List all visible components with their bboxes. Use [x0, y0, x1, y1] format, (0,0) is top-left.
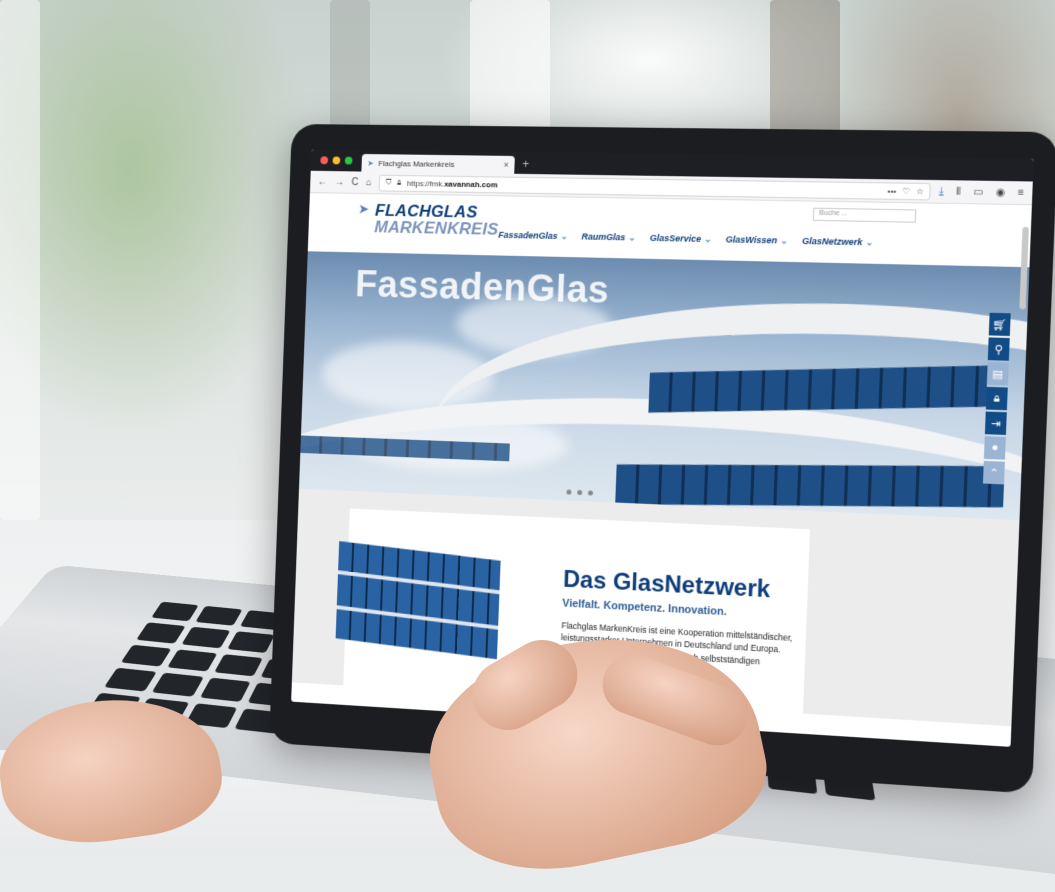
- sidebar-toggle-icon[interactable]: ▭: [973, 186, 983, 197]
- pocket-icon[interactable]: ♡: [902, 186, 910, 195]
- scroll-top-icon[interactable]: ⌃: [983, 461, 1005, 484]
- forward-icon[interactable]: →: [334, 176, 344, 187]
- cart-icon[interactable]: 🛒︎: [989, 313, 1011, 336]
- menu-item-fassadenglas[interactable]: FassadenGlas ⌄: [498, 230, 568, 242]
- chevron-down-icon: ⌄: [780, 235, 788, 245]
- new-tab-icon[interactable]: +: [522, 157, 529, 171]
- chevron-down-icon: ⌄: [704, 234, 712, 244]
- hamburger-menu-icon[interactable]: ≡: [1018, 187, 1025, 198]
- hero-title: FassadenGlas: [355, 264, 610, 313]
- building-image: [336, 541, 501, 659]
- chevron-down-icon: ⌄: [865, 237, 873, 247]
- chevron-down-icon: ⌄: [628, 232, 636, 242]
- tab-title: Flachglas Markenkreis: [378, 159, 454, 169]
- reload-icon[interactable]: C: [351, 177, 358, 188]
- library-icon[interactable]: ⫴: [956, 186, 961, 197]
- lock-icon: 🔒︎: [397, 178, 401, 188]
- user-icon[interactable]: ●: [984, 436, 1006, 459]
- logo-arrow-icon: ➤: [358, 202, 370, 216]
- menu-item-glasservice[interactable]: GlasService ⌄: [649, 233, 711, 245]
- location-icon[interactable]: ⚲: [988, 337, 1010, 360]
- account-icon[interactable]: ◉: [996, 187, 1006, 198]
- menu-item-glaswissen[interactable]: GlasWissen ⌄: [725, 234, 788, 246]
- logo-line-2: MARKENKREIS: [374, 219, 499, 238]
- back-icon[interactable]: ←: [318, 176, 328, 187]
- url-text: https://fmk.xavannah.com: [407, 179, 498, 189]
- hero-banner: FassadenGlas: [299, 251, 1029, 520]
- download-icon[interactable]: ⤓: [939, 186, 944, 197]
- close-window-icon[interactable]: [320, 156, 328, 164]
- page-actions-icon[interactable]: •••: [887, 186, 896, 195]
- login-icon[interactable]: ⇥: [985, 412, 1007, 435]
- tab-favicon-icon: ➤: [367, 158, 374, 167]
- menu-item-raumglas[interactable]: RaumGlas ⌄: [581, 231, 636, 243]
- menu-item-glasnetzwerk[interactable]: GlasNetzwerk ⌄: [802, 236, 874, 249]
- document-icon[interactable]: ▤: [987, 362, 1009, 385]
- main-menu: FassadenGlas ⌄ RaumGlas ⌄ GlasService ⌄ Gla…: [498, 230, 873, 249]
- search-input[interactable]: Buche ...: [813, 208, 916, 223]
- browser-tab[interactable]: ➤ Flachglas Markenkreis ×: [361, 154, 515, 174]
- chevron-down-icon: ⌄: [560, 231, 568, 241]
- tab-close-icon[interactable]: ×: [503, 160, 508, 170]
- home-icon[interactable]: ⌂: [366, 177, 372, 188]
- site-logo[interactable]: ➤ FLACHGLAS MARKENKREIS: [374, 202, 499, 238]
- maximize-window-icon[interactable]: [345, 157, 353, 165]
- lock-icon[interactable]: 🔒︎: [986, 387, 1008, 410]
- bookmark-star-icon[interactable]: ☆: [916, 186, 924, 195]
- minimize-window-icon[interactable]: [333, 157, 341, 165]
- shield-icon: ⛉: [386, 178, 392, 188]
